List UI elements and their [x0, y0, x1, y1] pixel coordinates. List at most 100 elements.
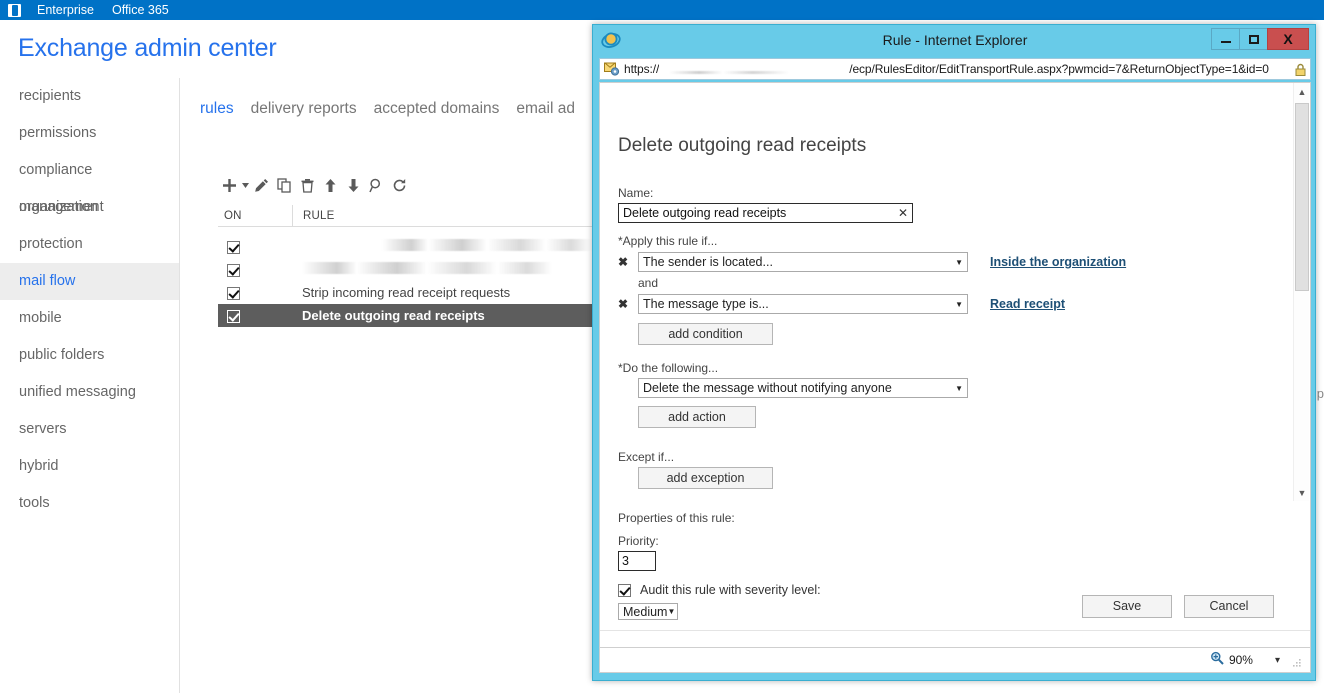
zoom-dropdown-caret-icon[interactable]: ▾: [1275, 655, 1280, 666]
tab-bar: rules delivery reports accepted domains …: [200, 100, 575, 128]
table-row[interactable]: Strip incoming read receipt requests: [218, 281, 592, 304]
do-following-label: *Do the following...: [618, 361, 719, 375]
action-dropdown[interactable]: Delete the message without notifying any…: [638, 378, 968, 398]
rules-toolbar: [218, 173, 411, 197]
scroll-up-arrow-icon[interactable]: ▲: [1294, 83, 1310, 100]
close-button[interactable]: X: [1267, 28, 1309, 50]
clear-name-icon[interactable]: ✕: [898, 206, 908, 220]
delete-trash-icon[interactable]: [296, 173, 319, 197]
add-condition-button[interactable]: add condition: [638, 323, 773, 345]
row-rule-name: [292, 262, 592, 277]
name-input[interactable]: Delete outgoing read receipts ✕: [618, 203, 913, 223]
properties-label: Properties of this rule:: [618, 511, 735, 525]
sidebar-item-compliance-management[interactable]: compliance management: [0, 152, 179, 215]
condition-row: ✖ The message type is... ▼ Read receipt: [618, 293, 1278, 315]
sidebar-item-recipients[interactable]: recipients: [0, 78, 179, 115]
edit-pencil-icon[interactable]: [250, 173, 273, 197]
sidebar-item-tools[interactable]: tools: [0, 485, 179, 522]
action-value: Delete the message without notifying any…: [643, 381, 892, 395]
sidebar-item-permissions[interactable]: permissions: [0, 115, 179, 152]
sidebar-item-protection[interactable]: protection: [0, 226, 179, 263]
table-row[interactable]: Delete outgoing read receipts: [218, 304, 592, 327]
refresh-icon[interactable]: [388, 173, 411, 197]
zoom-magnifier-icon[interactable]: [1210, 651, 1224, 670]
row-rule-name: Strip incoming read receipt requests: [302, 285, 511, 300]
rules-table: ON RULE Strip incoming read receipt requ…: [218, 204, 592, 327]
column-header-on: ON: [224, 209, 242, 222]
name-input-value: Delete outgoing read receipts: [623, 206, 787, 220]
office365-suite-bar: Enterprise Office 365: [0, 0, 1324, 20]
footer-divider: [600, 630, 1310, 631]
suite-link-office365[interactable]: Office 365: [103, 0, 178, 20]
scroll-down-arrow-icon[interactable]: ▼: [1294, 484, 1310, 501]
window-title-bar[interactable]: Rule - Internet Explorer X: [593, 25, 1315, 56]
column-header-rule: RULE: [292, 204, 592, 227]
table-row[interactable]: [218, 258, 592, 281]
table-row[interactable]: [218, 235, 592, 258]
address-url: https:// /ecp/RulesEditor/EditTransportRu…: [624, 61, 1291, 77]
sidebar-item-mobile[interactable]: mobile: [0, 300, 179, 337]
condition-link-read-receipt[interactable]: Read receipt: [990, 297, 1065, 311]
move-down-arrow-icon[interactable]: [342, 173, 365, 197]
condition-dropdown-sender-located[interactable]: The sender is located... ▼: [638, 252, 968, 272]
condition-row: ✖ The sender is located... ▼ Inside the …: [618, 251, 1278, 273]
suite-link-enterprise[interactable]: Enterprise: [28, 0, 103, 20]
page-title: Exchange admin center: [18, 34, 277, 62]
row-checkbox[interactable]: [218, 308, 292, 324]
copy-icon[interactable]: [273, 173, 296, 197]
sidebar-item-organization[interactable]: organization: [0, 189, 179, 226]
condition-value: The sender is located...: [643, 255, 773, 269]
row-checkbox[interactable]: [218, 239, 292, 255]
row-checkbox[interactable]: [218, 262, 292, 278]
table-header: ON RULE: [218, 204, 592, 227]
condition-dropdown-message-type[interactable]: The message type is... ▼: [638, 294, 968, 314]
tab-email-address-policies[interactable]: email ad: [516, 100, 575, 118]
chevron-down-icon: ▼: [955, 383, 963, 393]
dialog-footer: Save Cancel: [600, 583, 1298, 629]
add-icon[interactable]: [218, 173, 241, 197]
url-suffix: /ecp/RulesEditor/EditTransportRule.aspx?…: [849, 61, 1269, 76]
maximize-button[interactable]: [1239, 28, 1268, 50]
url-prefix: https://: [624, 61, 660, 76]
save-button[interactable]: Save: [1082, 594, 1172, 618]
sidebar-item-unified-messaging[interactable]: unified messaging: [0, 374, 179, 411]
rule-form: Name: Delete outgoing read receipts ✕ *A…: [618, 186, 1278, 620]
sidebar-item-hybrid[interactable]: hybrid: [0, 448, 179, 485]
office-logo-icon[interactable]: [0, 0, 28, 20]
close-icon: X: [1283, 31, 1293, 47]
except-if-label: Except if...: [618, 450, 675, 464]
dialog-scrollbar[interactable]: ▲ ▼: [1293, 83, 1309, 501]
condition-value: The message type is...: [643, 297, 769, 311]
priority-input[interactable]: 3: [618, 551, 656, 571]
address-bar[interactable]: https:// /ecp/RulesEditor/EditTransportRu…: [599, 58, 1311, 80]
condition-link-inside-the-organization[interactable]: Inside the organization: [990, 255, 1126, 269]
search-icon[interactable]: [365, 173, 388, 197]
scrollbar-thumb[interactable]: [1295, 103, 1309, 291]
row-checkbox[interactable]: [218, 285, 292, 301]
tab-accepted-domains[interactable]: accepted domains: [374, 100, 500, 118]
add-exception-button[interactable]: add exception: [638, 467, 773, 489]
sidebar-item-mail-flow[interactable]: mail flow: [0, 263, 179, 300]
apply-rule-label: *Apply this rule if...: [618, 234, 718, 248]
add-action-button[interactable]: add action: [638, 406, 756, 428]
chevron-down-icon: ▼: [955, 299, 963, 309]
remove-condition-icon[interactable]: ✖: [618, 255, 638, 269]
minimize-button[interactable]: [1211, 28, 1240, 50]
row-rule-name: [292, 239, 592, 254]
url-redacted-host: [659, 63, 850, 77]
page-with-gear-icon: [604, 62, 620, 76]
internet-explorer-window: Rule - Internet Explorer X https:// /ecp/…: [592, 24, 1316, 681]
lock-icon: [1295, 63, 1306, 76]
priority-label: Priority:: [618, 534, 659, 548]
move-up-arrow-icon[interactable]: [319, 173, 342, 197]
tab-rules[interactable]: rules: [200, 100, 234, 118]
tab-delivery-reports[interactable]: delivery reports: [251, 100, 357, 118]
add-dropdown-caret-icon[interactable]: [241, 173, 250, 197]
remove-condition-icon[interactable]: ✖: [618, 297, 638, 311]
cancel-button[interactable]: Cancel: [1184, 594, 1274, 618]
status-bar: 90% ▾: [599, 647, 1311, 673]
sidebar-item-public-folders[interactable]: public folders: [0, 337, 179, 374]
resize-grip-icon[interactable]: [1292, 655, 1302, 667]
priority-value: 3: [622, 554, 629, 568]
sidebar-item-servers[interactable]: servers: [0, 411, 179, 448]
